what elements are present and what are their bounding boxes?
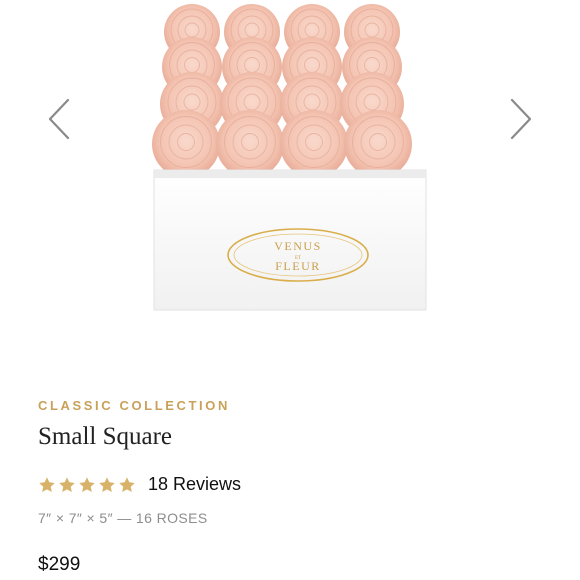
star-icon xyxy=(79,476,95,492)
rose xyxy=(344,110,412,178)
star-rating xyxy=(38,476,136,494)
next-image-button[interactable] xyxy=(504,96,538,142)
box-brand-line1: VENUS xyxy=(274,239,322,253)
previous-image-button[interactable] xyxy=(42,96,76,142)
product-price: $299 xyxy=(38,554,81,575)
star-icon xyxy=(39,476,55,492)
box-brand-line3: FLEUR xyxy=(275,259,321,273)
product-info: CLASSIC COLLECTION Small Square 18 Revie… xyxy=(38,398,558,575)
star-icon xyxy=(59,476,75,492)
rose xyxy=(216,110,284,178)
product-name: Small Square xyxy=(38,423,173,450)
product-dimensions: 7″ × 7″ × 5″ — 16 ROSES xyxy=(38,510,208,526)
rose xyxy=(152,110,220,178)
chevron-left-icon xyxy=(48,98,70,140)
rose xyxy=(280,110,348,178)
chevron-right-icon xyxy=(510,98,532,140)
product-rating[interactable]: 18 Reviews xyxy=(38,474,241,495)
rose-box-image: VENUS ET FLEUR xyxy=(152,4,427,311)
collection-label: CLASSIC COLLECTION xyxy=(38,398,230,413)
reviews-link[interactable]: 18 Reviews xyxy=(148,474,241,495)
star-icon xyxy=(119,476,135,492)
product-image-carousel: VENUS ET FLEUR xyxy=(0,0,580,340)
star-icon xyxy=(99,476,115,492)
